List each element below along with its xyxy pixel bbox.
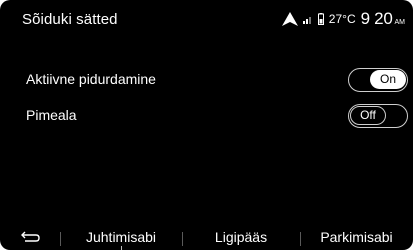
temperature-readout: 27°C — [328, 12, 356, 26]
clock-time: 9 20 — [360, 9, 393, 28]
tab-parking-assist[interactable]: Parkimisabi — [300, 224, 413, 250]
toggle-state: Off — [350, 106, 386, 125]
back-button[interactable] — [0, 224, 60, 250]
setting-label: Aktiivne pidurdamine — [26, 71, 156, 87]
phone-battery-icon — [317, 13, 324, 25]
toggle-state: On — [370, 70, 406, 89]
tab-access[interactable]: Ligipääs — [182, 224, 300, 250]
tab-divider — [182, 232, 183, 246]
blind-spot-toggle[interactable]: Off — [348, 104, 408, 128]
clock-ampm: AM — [394, 18, 406, 26]
active-braking-toggle[interactable]: On — [348, 68, 408, 92]
bottom-tab-bar: Juhtimisabi Ligipääs Parkimisabi — [0, 224, 413, 250]
tab-label: Ligipääs — [214, 229, 268, 245]
signal-bars-icon — [302, 17, 311, 24]
vehicle-settings-screen: Sõiduki sätted 27°C 9 20 AM Aktiivne pid… — [0, 0, 413, 250]
selected-tab-indicator — [121, 246, 122, 250]
status-bar: 27°C 9 20 AM — [281, 9, 406, 29]
setting-row-active-braking[interactable]: Aktiivne pidurdamine On — [0, 64, 413, 96]
tab-divider — [300, 232, 301, 246]
setting-label: Pimeala — [26, 107, 77, 123]
header-bar: Sõiduki sätted 27°C 9 20 AM — [0, 0, 413, 44]
setting-row-blind-spot[interactable]: Pimeala Off — [0, 100, 413, 132]
tab-divider — [60, 232, 61, 246]
navigation-arrow-icon — [281, 12, 298, 26]
back-arrow-icon — [21, 231, 40, 242]
tab-label: Juhtimisabi — [85, 229, 157, 245]
tab-label: Parkimisabi — [320, 229, 393, 245]
page-title: Sõiduki sätted — [22, 11, 118, 28]
